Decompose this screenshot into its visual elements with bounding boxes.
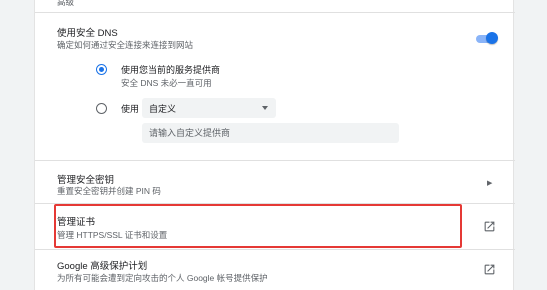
highlight-box: [54, 204, 462, 248]
radio-custom[interactable]: [96, 103, 107, 114]
custom-provider-input[interactable]: [142, 123, 399, 143]
advanced-protection-description: 为所有可能会遭到定向攻击的个人 Google 帐号提供保护: [57, 273, 268, 283]
security-keys-title: 管理安全密钥: [57, 175, 115, 186]
toggle-knob: [486, 32, 498, 44]
divider: [35, 160, 515, 161]
dropdown-value: 自定义: [149, 104, 177, 114]
secure-dns-description: 确定如何通过安全连接来连接到网站: [57, 40, 194, 50]
advanced-protection-title: Google 高级保护计划: [57, 261, 148, 272]
open-in-new-icon[interactable]: [483, 263, 496, 276]
settings-card: 高级 使用安全 DNS 确定如何通过安全连接来连接到网站 使用您当前的服务提供商…: [34, 0, 515, 290]
security-keys-description: 重置安全密钥并创建 PIN 码: [57, 186, 161, 196]
radio-current-provider[interactable]: [96, 64, 107, 75]
chevron-right-icon[interactable]: ▶: [487, 179, 492, 187]
divider: [35, 12, 515, 13]
current-provider-label: 使用您当前的服务提供商: [121, 65, 221, 75]
custom-label: 使用: [121, 104, 140, 114]
open-in-new-icon[interactable]: [483, 220, 496, 233]
divider: [35, 249, 515, 250]
secure-dns-title: 使用安全 DNS: [57, 28, 118, 39]
chevron-down-icon: [262, 106, 268, 110]
custom-provider-dropdown[interactable]: 自定义: [142, 98, 276, 118]
advanced-row-label: 高级: [57, 0, 75, 7]
current-provider-sublabel: 安全 DNS 未必一直可用: [121, 78, 212, 88]
